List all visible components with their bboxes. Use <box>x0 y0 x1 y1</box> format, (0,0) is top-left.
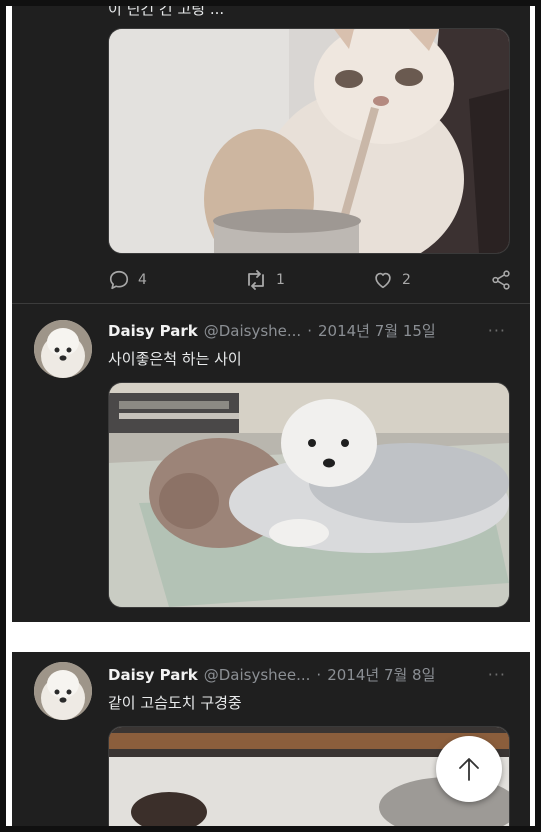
tweet-date[interactable]: 2014년 7월 8일 <box>327 664 435 685</box>
tweet-date[interactable]: 2014년 7월 15일 <box>318 320 436 341</box>
tweet-text: 사이좋은척 하는 사이 <box>108 350 242 368</box>
panel-gap <box>12 622 530 652</box>
heart-icon <box>375 272 391 289</box>
dog-avatar-image <box>34 320 92 378</box>
dogs-photo <box>109 383 509 607</box>
tweet-image-cat-drinking[interactable] <box>108 28 510 254</box>
retweet-count: 1 <box>276 272 285 288</box>
tweet-header: Daisy Park @Daisyshee... · 2014년 7월 8일 <box>108 664 435 685</box>
share-icon <box>492 270 510 290</box>
more-options-icon[interactable]: ··· <box>488 665 506 684</box>
scroll-to-top-button[interactable] <box>436 736 502 802</box>
like-count: 2 <box>402 272 411 288</box>
retweet-action[interactable]: 1 <box>244 268 285 292</box>
meta-separator: · <box>307 321 312 340</box>
avatar[interactable] <box>34 662 92 720</box>
dog-avatar-image <box>34 662 92 720</box>
tweet-text-cut: 이 딘긴 긴 고링 ... <box>108 6 225 18</box>
like-action[interactable]: 2 <box>372 268 411 292</box>
author-name[interactable]: Daisy Park <box>108 666 198 684</box>
reply-action[interactable]: 4 <box>108 268 147 292</box>
arrow-up-icon <box>459 758 479 781</box>
author-handle[interactable]: @Daisyshe... <box>204 322 301 340</box>
tweet-image-dogs[interactable] <box>108 382 510 608</box>
meta-separator: · <box>316 665 322 684</box>
tweet-panel-top: 이 딘긴 긴 고링 ... 4 1 2 Daisy Park @Daisyshe… <box>12 6 530 622</box>
tweet-header: Daisy Park @Daisyshe... · 2014년 7월 15일 <box>108 320 436 341</box>
avatar[interactable] <box>34 320 92 378</box>
tweet-actions: 4 1 2 <box>108 268 512 292</box>
retweet-icon <box>248 270 264 290</box>
author-name[interactable]: Daisy Park <box>108 322 198 340</box>
reply-icon <box>109 270 129 290</box>
tweet-text: 같이 고슴도치 구경중 <box>108 694 242 712</box>
author-handle[interactable]: @Daisyshee... <box>204 666 311 684</box>
tweet-divider <box>12 303 530 304</box>
cat-photo <box>109 29 509 253</box>
more-options-icon[interactable]: ··· <box>488 321 506 340</box>
reply-count: 4 <box>138 272 147 288</box>
share-action[interactable] <box>490 268 512 292</box>
